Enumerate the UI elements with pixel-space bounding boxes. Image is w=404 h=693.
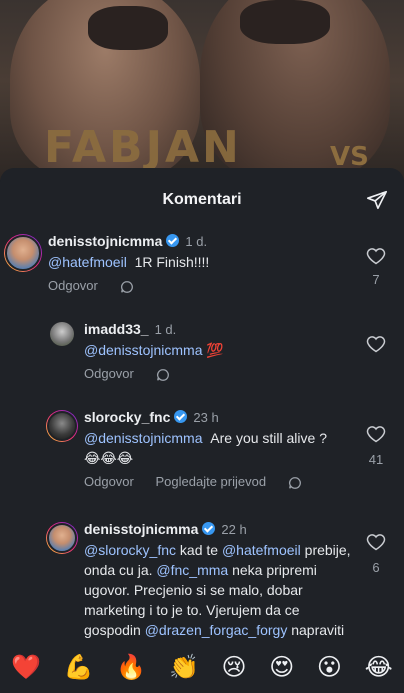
comments-sheet: Komentari denisstojnicmma 1 d. @hatefmoei… bbox=[0, 168, 404, 693]
share-icon[interactable] bbox=[366, 189, 388, 211]
comment-actions: Odgovor bbox=[84, 366, 170, 382]
like-heart-icon[interactable] bbox=[366, 334, 386, 354]
comment-emoji: 😂😂😂 bbox=[84, 451, 134, 467]
comment-time: 23 h bbox=[193, 410, 219, 425]
comment-username[interactable]: denisstojnicmma 22 h bbox=[84, 521, 247, 537]
verified-badge-icon bbox=[166, 234, 180, 247]
post-background-image: FABJAN VS bbox=[0, 0, 404, 180]
mention-link[interactable]: @denisstojnicmma bbox=[84, 430, 202, 446]
comment-text: @denisstojnicmma 💯 bbox=[84, 340, 224, 360]
avatar[interactable] bbox=[46, 522, 78, 554]
comment-item: denisstojnicmma 1 d. @hatefmoeil 1R Finis… bbox=[0, 232, 404, 302]
reply-item: denisstojnicmma 22 h @slorocky_fnc kad te… bbox=[0, 520, 404, 640]
emoji-clap-button[interactable]: 👏 bbox=[169, 653, 199, 681]
comment-text: @denisstojnicmma Are you still alive ? 😂… bbox=[84, 428, 327, 469]
mention-link[interactable]: @drazen_forgac_forgy bbox=[145, 622, 288, 638]
sheet-title: Komentari bbox=[162, 191, 242, 208]
avatar[interactable] bbox=[4, 234, 42, 272]
mention-link[interactable]: @hatefmoeil bbox=[48, 254, 127, 270]
comment-body: 1R Finish!!!! bbox=[134, 254, 210, 270]
like-count: 6 bbox=[372, 560, 380, 575]
emoji-muscle-button[interactable]: 💪 bbox=[64, 653, 94, 681]
mention-link[interactable]: @hatefmoeil bbox=[222, 542, 301, 558]
mention-link[interactable]: @fnc_mma bbox=[156, 562, 228, 578]
comment-username[interactable]: slorocky_fnc 23 h bbox=[84, 409, 219, 425]
emoji-reaction-bar: ❤️ 💪 🔥 👏 😢 😍 😮 😂 bbox=[0, 640, 404, 693]
emoji-fire-button[interactable]: 🔥 bbox=[116, 653, 146, 681]
comment-text: @slorocky_fnc kad te @hatefmoeil prebije… bbox=[84, 540, 354, 640]
reply-item: slorocky_fnc 23 h @denisstojnicmma Are yo… bbox=[0, 408, 404, 498]
comment-text: @hatefmoeil 1R Finish!!!! bbox=[48, 252, 209, 272]
reply-button[interactable]: Odgovor bbox=[48, 278, 98, 293]
emoji-surprised-button[interactable]: 😮 bbox=[317, 653, 342, 681]
comment-username[interactable]: denisstojnicmma 1 d. bbox=[48, 233, 207, 249]
username-text[interactable]: denisstojnicmma bbox=[48, 233, 162, 249]
poster-headline: FABJAN bbox=[44, 122, 242, 173]
like-heart-icon[interactable] bbox=[366, 532, 386, 552]
avatar[interactable] bbox=[50, 322, 74, 346]
username-text[interactable]: denisstojnicmma bbox=[84, 521, 198, 537]
reply-button[interactable]: Odgovor bbox=[84, 366, 134, 381]
comment-body: kad te bbox=[176, 542, 222, 558]
comment-actions: Odgovor bbox=[48, 278, 134, 294]
comment-body: Are you still alive ? bbox=[210, 430, 327, 446]
comment-username[interactable]: imadd33_ 1 d. bbox=[84, 321, 176, 337]
mention-link[interactable]: @slorocky_fnc bbox=[84, 542, 176, 558]
reply-bubble-icon[interactable] bbox=[288, 476, 302, 490]
fighter-right-beard bbox=[240, 0, 330, 44]
emoji-heart-button[interactable]: ❤️ bbox=[11, 653, 41, 681]
reply-bubble-icon[interactable] bbox=[120, 280, 134, 294]
reply-button[interactable]: Odgovor bbox=[84, 474, 134, 489]
comment-time: 22 h bbox=[221, 522, 247, 537]
emoji-cry-button[interactable]: 😢 bbox=[222, 653, 247, 681]
comment-body: 💯 bbox=[206, 342, 224, 358]
comment-actions: Odgovor Pogledajte prijevod bbox=[84, 474, 302, 490]
verified-badge-icon bbox=[174, 410, 188, 423]
username-text[interactable]: imadd33_ bbox=[84, 321, 149, 337]
avatar[interactable] bbox=[46, 410, 78, 442]
verified-badge-icon bbox=[202, 522, 216, 535]
fighter-left-beard bbox=[88, 6, 168, 50]
reply-item: imadd33_ 1 d. @denisstojnicmma 💯 Odgovor bbox=[0, 320, 404, 390]
emoji-laugh-button[interactable]: 😂 bbox=[365, 653, 393, 681]
like-count: 7 bbox=[372, 272, 380, 287]
username-text[interactable]: slorocky_fnc bbox=[84, 409, 170, 425]
comment-time: 1 d. bbox=[154, 322, 177, 337]
like-count: 41 bbox=[368, 452, 384, 467]
see-translation-button[interactable]: Pogledajte prijevod bbox=[156, 474, 267, 489]
emoji-heart-eyes-button[interactable]: 😍 bbox=[269, 653, 294, 681]
like-heart-icon[interactable] bbox=[366, 246, 386, 266]
like-heart-icon[interactable] bbox=[366, 424, 386, 444]
comment-time: 1 d. bbox=[185, 234, 208, 249]
reply-bubble-icon[interactable] bbox=[156, 368, 170, 382]
mention-link[interactable]: @denisstojnicmma bbox=[84, 342, 202, 358]
